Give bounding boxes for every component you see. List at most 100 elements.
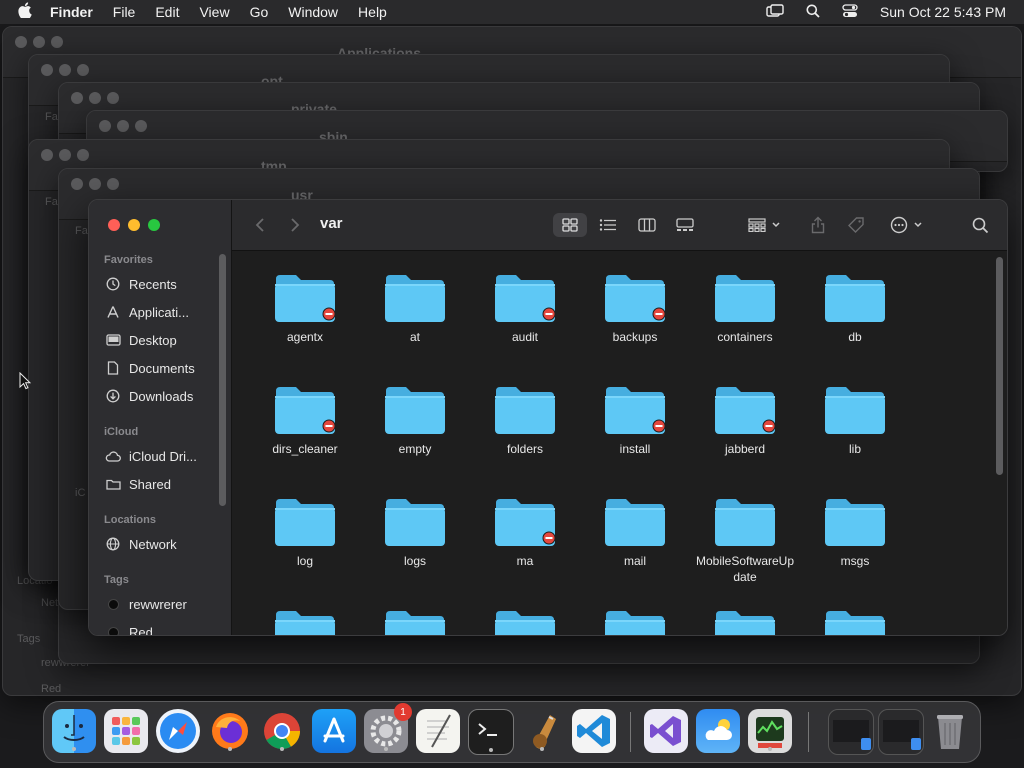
folder-label: dirs_cleaner [272,442,338,456]
view-as-gallery-button[interactable] [668,213,702,237]
edit-tags-button[interactable] [844,213,868,237]
dock-app-store-icon[interactable] [312,709,356,753]
sidebar-scrollbar[interactable] [219,254,226,506]
folder-item-partial[interactable] [360,607,470,635]
share-button[interactable] [806,213,830,237]
folder-log[interactable]: log [250,495,360,569]
chevron-left-icon [255,218,264,232]
folder-lib[interactable]: lib [800,383,910,457]
folder-db[interactable]: db [800,271,910,345]
sidebar-item-shared[interactable]: Shared [105,474,171,494]
folder-ma[interactable]: ma [470,495,580,569]
dock-terminal-icon[interactable] [468,709,514,755]
folder-label: backups [612,330,658,344]
folder-item-partial[interactable] [690,607,800,635]
sidebar-item-downloads[interactable]: Downloads [105,386,193,406]
sidebar-item-label: Documents [129,360,195,376]
dock-textedit-icon[interactable] [416,709,460,753]
menu-window[interactable]: Window [288,4,338,20]
dock-launchpad-icon[interactable] [104,709,148,753]
sidebar-tag-red[interactable]: Red [105,622,153,635]
sidebar-item-desktop[interactable]: Desktop [105,330,177,350]
folder-item-partial[interactable] [800,607,910,635]
group-by-button[interactable] [742,213,786,237]
folder-containers[interactable]: containers [690,271,800,345]
dock-system-settings-icon[interactable]: 1 [364,703,412,753]
folder-item-partial[interactable] [580,607,690,635]
forward-button[interactable] [285,213,305,237]
folder-msgs[interactable]: msgs [800,495,910,569]
spotlight-search-icon[interactable] [806,4,820,21]
menu-bar: Finder File Edit View Go Window Help Sun… [0,0,1024,24]
apple-menu-icon[interactable] [18,2,32,22]
dock-vscode-icon[interactable] [572,709,616,753]
dock-minimized-window-thumbnail[interactable] [828,709,874,755]
sidebar-item-documents[interactable]: Documents [105,358,195,378]
dock-separator [630,712,631,752]
close-window-button[interactable] [108,219,120,231]
folder-item-partial[interactable] [470,607,580,635]
folder-logs[interactable]: logs [360,495,470,569]
sidebar-header-favorites: Favorites [104,254,153,266]
traffic-lights [15,35,69,53]
zoom-window-button[interactable] [148,219,160,231]
view-as-columns-button[interactable] [630,213,664,237]
folder-empty[interactable]: empty [360,383,470,457]
folder-at[interactable]: at [360,271,470,345]
menu-help[interactable]: Help [358,4,387,20]
menu-edit[interactable]: Edit [155,4,179,20]
control-center-icon[interactable] [842,3,858,21]
sidebar-item-applications[interactable]: Applicati... [105,302,189,322]
dock-finder-icon[interactable] [52,709,96,753]
folder-mobilesoftwareupdate[interactable]: MobileSoftwareUpdate [690,495,800,585]
folder-audit[interactable]: audit [470,271,580,345]
globe-icon [105,536,121,552]
dock-chrome-icon[interactable] [260,709,304,753]
minimize-window-button[interactable] [128,219,140,231]
folder-icon [605,611,665,635]
sidebar-fragment: Fa [75,225,88,237]
folder-grid: agentx at audit backups containers db dirs_cle… [232,251,1007,635]
folder-icon [275,275,336,322]
folder-agentx[interactable]: agentx [250,271,360,345]
folder-mail[interactable]: mail [580,495,690,569]
view-as-list-button[interactable] [592,213,624,237]
finder-sidebar: Favorites Recents Applicati... Desktop D… [89,200,232,635]
folder-install[interactable]: install [580,383,690,457]
folder-label: logs [403,554,426,568]
sidebar-item-icloud-drive[interactable]: iCloud Dri... [105,446,197,466]
dock-trash-icon[interactable] [928,709,972,753]
menu-bar-clock[interactable]: Sun Oct 22 5:43 PM [880,4,1006,20]
menu-view[interactable]: View [199,4,229,20]
screen-mirroring-icon[interactable] [766,3,784,21]
dock-safari-icon[interactable] [156,709,200,753]
sidebar-item-recents[interactable]: Recents [105,274,177,294]
dock-visual-studio-icon[interactable] [644,709,688,753]
menu-file[interactable]: File [113,4,136,20]
dock-activity-monitor-icon[interactable] [748,709,792,753]
sidebar-item-network[interactable]: Network [105,534,177,554]
folder-icon [715,387,776,434]
folder-jabberd[interactable]: jabberd [690,383,800,457]
back-button[interactable] [250,213,270,237]
action-menu-button[interactable] [884,213,928,237]
dock-minimized-window-thumbnail[interactable] [878,709,924,755]
menu-finder[interactable]: Finder [50,4,93,20]
view-as-icons-button[interactable] [553,213,587,237]
folder-folders[interactable]: folders [470,383,580,457]
dock-instruments-icon[interactable] [520,709,564,753]
folder-item-partial[interactable] [250,607,360,635]
tag-dot-icon [108,626,119,635]
dock-firefox-icon[interactable] [208,709,252,753]
sidebar-tag-rewwrerer[interactable]: rewwrerer [105,594,187,614]
menu-go[interactable]: Go [250,4,269,20]
folder-dirs_cleaner[interactable]: dirs_cleaner [250,383,360,457]
sidebar-item-label: Downloads [129,388,194,404]
restricted-badge-icon [542,307,556,321]
dock-weather-icon[interactable] [696,709,740,753]
sidebar-header-tags: Tags [104,574,129,586]
folder-backups[interactable]: backups [580,271,690,345]
search-button[interactable] [968,213,992,237]
content-scrollbar[interactable] [996,257,1003,475]
finder-window-var[interactable]: Favorites Recents Applicati... Desktop D… [88,199,1008,636]
